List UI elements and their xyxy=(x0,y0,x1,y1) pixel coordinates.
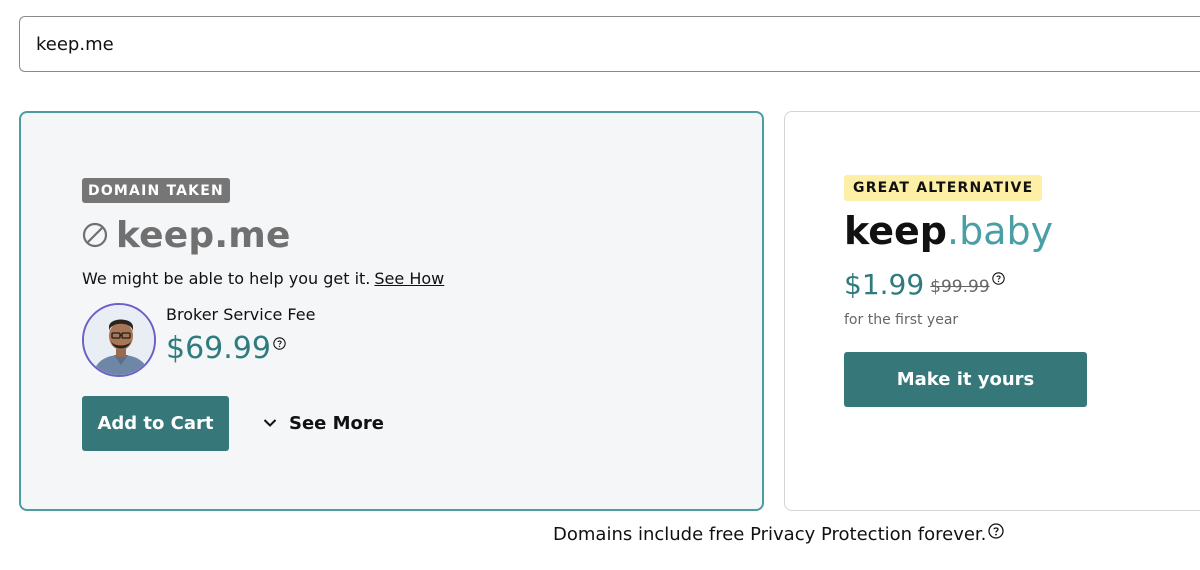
great-alternative-badge: GREAT ALTERNATIVE xyxy=(844,175,1043,201)
privacy-protection-note: Domains include free Privacy Protection … xyxy=(553,522,1005,545)
ban-icon xyxy=(82,222,108,248)
alternative-domain-card: GREAT ALTERNATIVE keep.baby $1.99 $99.99… xyxy=(784,111,1200,511)
price-term-text: for the first year xyxy=(844,312,959,328)
make-it-yours-button[interactable]: Make it yours xyxy=(844,352,1087,407)
alternative-domain-name: keep.baby xyxy=(844,209,1053,253)
broker-avatar-image xyxy=(84,305,154,375)
question-circle-icon[interactable] xyxy=(991,272,1005,285)
question-circle-icon[interactable] xyxy=(273,337,286,350)
taken-domain-card: DOMAIN TAKEN keep.me We might be able to… xyxy=(19,111,764,511)
broker-fee-price: $69.99 xyxy=(166,331,286,366)
see-more-label: See More xyxy=(289,412,385,434)
taken-domain-name: keep.me xyxy=(116,214,291,256)
broker-fee-label: Broker Service Fee xyxy=(166,305,316,324)
see-more-toggle[interactable]: See More xyxy=(263,409,384,437)
question-circle-icon[interactable] xyxy=(988,522,1005,539)
see-how-link[interactable]: See How xyxy=(374,269,444,288)
alternative-price-amount: $1.99 xyxy=(844,268,925,301)
broker-help-line: We might be able to help you get it. See … xyxy=(82,269,444,288)
alternative-old-price: $99.99 xyxy=(930,277,990,297)
domain-search-bar[interactable] xyxy=(19,16,1200,72)
chevron-down-icon xyxy=(263,419,277,427)
broker-fee-amount: $69.99 xyxy=(166,331,271,366)
alternative-domain-tld: .baby xyxy=(947,209,1054,253)
privacy-protection-text: Domains include free Privacy Protection … xyxy=(553,524,987,545)
alternative-price: $1.99 $99.99 xyxy=(844,268,1005,301)
broker-help-text: We might be able to help you get it. xyxy=(82,269,371,288)
add-to-cart-button[interactable]: Add to Cart xyxy=(82,396,229,451)
domain-taken-badge: DOMAIN TAKEN xyxy=(82,178,230,203)
taken-domain-title: keep.me xyxy=(82,213,291,257)
alternative-domain-sld: keep xyxy=(844,209,947,253)
broker-avatar xyxy=(82,303,156,377)
domain-search-input[interactable] xyxy=(36,33,1136,55)
